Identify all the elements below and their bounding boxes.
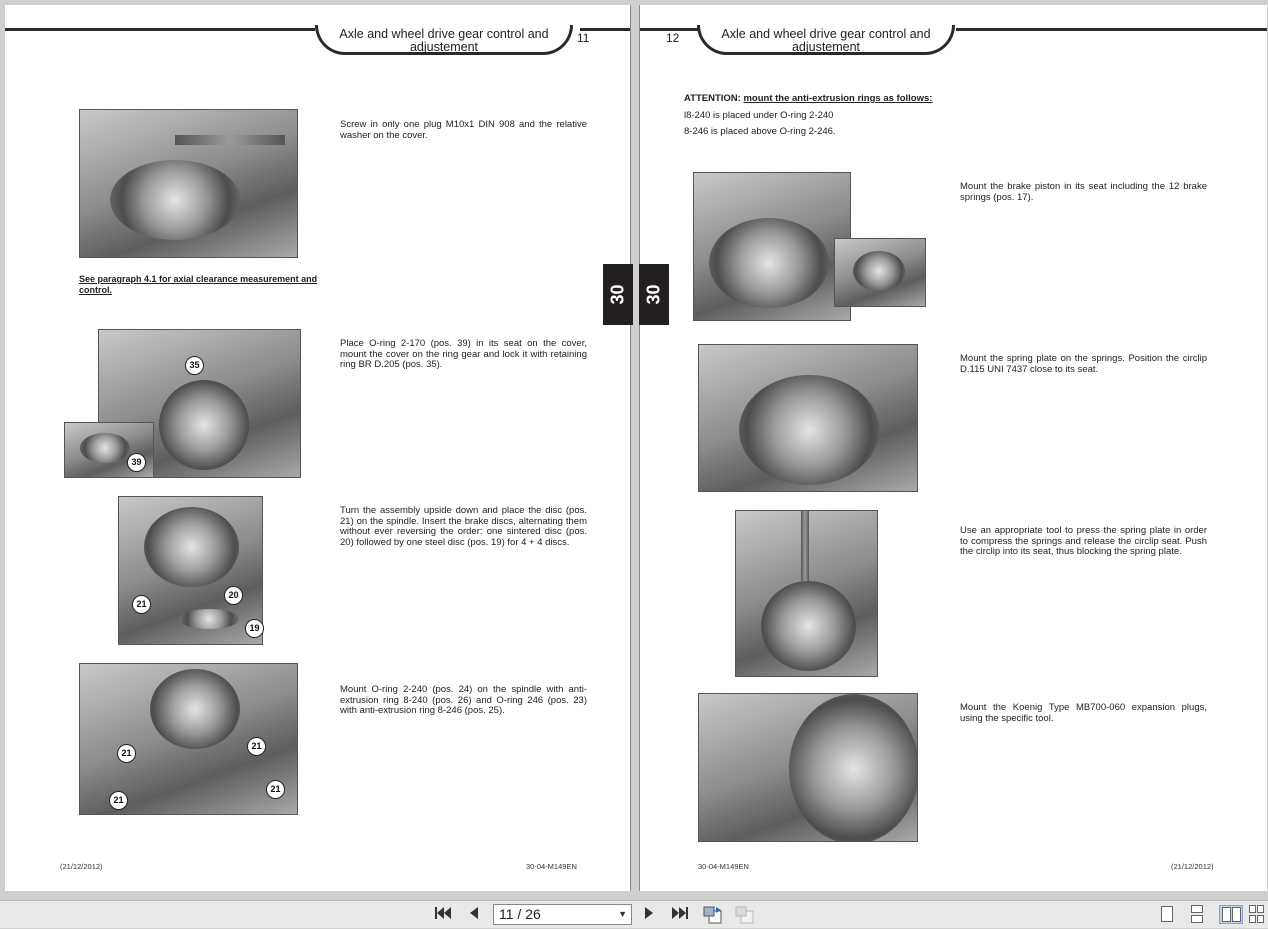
header-rule-right (956, 28, 1267, 31)
step-text: Turn the assembly upside down and place … (340, 505, 587, 548)
callout-21: 21 (117, 744, 136, 763)
photo-brake-piston (693, 172, 851, 321)
step-text: Mount the spring plate on the springs. P… (960, 353, 1207, 375)
continuous-two-page-icon[interactable] (1247, 905, 1267, 924)
page-header-title: Axle and wheel drive gear control and ad… (697, 25, 955, 55)
page-header-title: Axle and wheel drive gear control and ad… (315, 25, 573, 55)
footer-date: (21/12/2012) (60, 862, 103, 871)
attention-line: 8-246 is placed above O-ring 2-246. (684, 126, 836, 137)
step-text: Screw in only one plug M10x1 DIN 908 and… (340, 119, 587, 141)
step-text: Mount the brake piston in its seat inclu… (960, 181, 1207, 203)
two-page-icon[interactable] (1219, 905, 1243, 924)
page-number: 12 (666, 31, 680, 45)
next-view-icon[interactable] (734, 905, 756, 925)
footer-date: (21/12/2012) (1171, 862, 1214, 871)
page-number: 11 (577, 31, 590, 45)
header-rule-left (5, 28, 315, 31)
callout-21: 21 (109, 791, 128, 810)
continuous-page-icon[interactable] (1187, 905, 1207, 924)
callout-20: 20 (224, 586, 243, 605)
footer-code: 30-04-M149EN (698, 862, 749, 871)
last-page-icon[interactable] (670, 905, 690, 925)
previous-page-icon[interactable] (465, 905, 481, 925)
single-page-icon[interactable] (1157, 905, 1177, 924)
first-page-icon[interactable] (433, 905, 453, 925)
callout-39: 39 (127, 453, 146, 472)
side-tab-left: 30 (603, 264, 633, 325)
next-page-icon[interactable] (642, 905, 658, 925)
attention-note: ATTENTION: mount the anti-extrusion ring… (684, 93, 933, 104)
callout-21: 21 (132, 595, 151, 614)
left-page: Axle and wheel drive gear control and ad… (5, 5, 631, 891)
side-tab-right: 30 (639, 264, 669, 325)
viewer-toolbar: 11 / 26 ▼ (0, 900, 1268, 928)
footer-code: 30-04-M149EN (526, 862, 577, 871)
attention-line: l8-240 is placed under O-ring 2-240 (684, 110, 834, 121)
step-text: Mount O-ring 2-240 (pos. 24) on the spin… (340, 684, 587, 716)
photo-expansion-plugs (698, 693, 918, 842)
step-text: Use an appropriate tool to press the spr… (960, 525, 1207, 557)
previous-view-icon[interactable] (702, 905, 724, 925)
photo-brake-discs (118, 496, 263, 645)
chevron-down-icon[interactable]: ▼ (618, 905, 627, 924)
photo-press-tool (735, 510, 878, 677)
callout-21: 21 (247, 737, 266, 756)
page-number-input[interactable]: 11 / 26 ▼ (493, 904, 632, 925)
axial-clearance-note-link[interactable]: See paragraph 4.1 for axial clearance me… (79, 274, 339, 295)
photo-spring-plate (698, 344, 918, 492)
callout-21: 21 (266, 780, 285, 799)
photo-plug-tightening (79, 109, 298, 258)
right-page: Axle and wheel drive gear control and ad… (639, 5, 1267, 891)
callout-19: 19 (245, 619, 264, 638)
callout-35: 35 (185, 356, 204, 375)
step-text: Place O-ring 2-170 (pos. 39) in its seat… (340, 338, 587, 370)
photo-inset-springs (834, 238, 926, 307)
step-text: Mount the Koenig Type MB700-060 expansio… (960, 702, 1207, 724)
